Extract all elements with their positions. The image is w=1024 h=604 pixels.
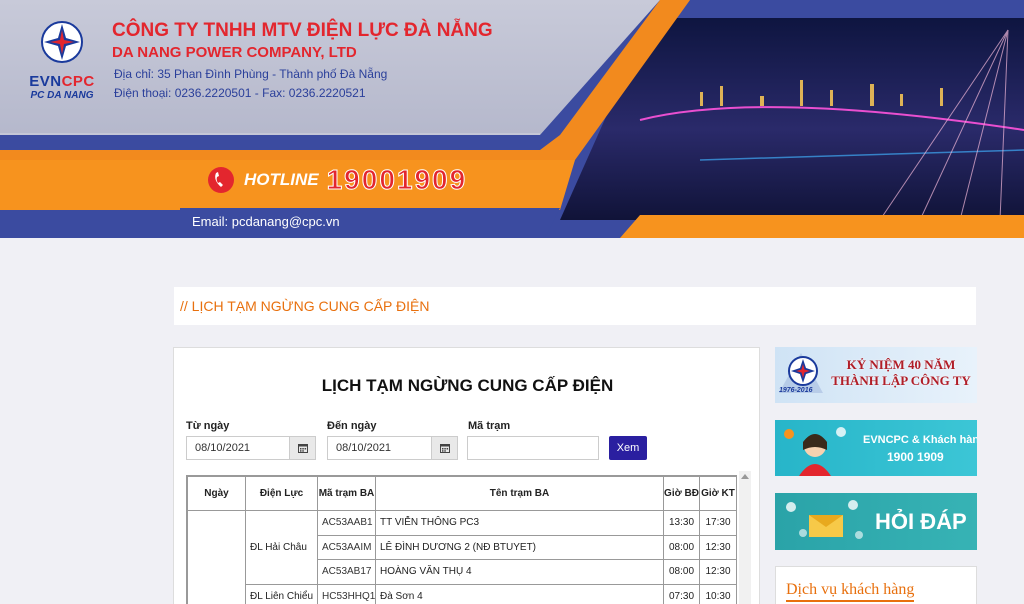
table-scrollbar[interactable] bbox=[739, 471, 751, 604]
to-date-input[interactable]: 08/10/2021 bbox=[328, 437, 431, 459]
branch-cell: ĐL Liên Chiểu bbox=[245, 583, 318, 604]
col-header-end-time: Giờ KT bbox=[699, 476, 736, 511]
col-header-station-name: Tên trạm BA bbox=[375, 476, 664, 511]
company-address: Địa chỉ: 35 Phan Đình Phùng - Thành phố … bbox=[114, 67, 388, 81]
calendar-icon bbox=[297, 444, 308, 453]
customer-service-title: EVNCPC & Khách hàng bbox=[863, 434, 977, 446]
station-code-cell: HC53HHQ1 bbox=[317, 583, 376, 604]
table-header-row: Ngày Điện Lực Mã trạm BA Tên trạm BA Giờ… bbox=[187, 476, 736, 511]
end-time-cell: 12:30 bbox=[699, 559, 736, 585]
banner-email: Email: pcdanang@cpc.vn bbox=[192, 214, 340, 229]
col-header-date: Ngày bbox=[187, 476, 246, 511]
hotline-label: HOTLINE bbox=[244, 170, 319, 189]
start-time-cell: 07:30 bbox=[663, 583, 700, 604]
hotline: HOTLINE 19001909 bbox=[206, 164, 467, 196]
table-row: ĐL Hải Châu AC53AAB1 TT VIỄN THÔNG PC3 1… bbox=[187, 510, 736, 604]
station-code-label: Mã trạm bbox=[468, 420, 511, 432]
customer-service-banner[interactable]: EVNCPC & Khách hàng 1900 1909 bbox=[775, 420, 977, 476]
to-date-field[interactable]: 08/10/2021 bbox=[327, 436, 458, 460]
station-code-cell: AC53AB17 bbox=[317, 559, 376, 585]
logo-text: EVNCPC bbox=[29, 73, 95, 90]
col-header-station-code: Mã trạm BA bbox=[317, 476, 376, 511]
faq-icon bbox=[786, 500, 863, 539]
company-phone: Điện thoại: 0236.2220501 - Fax: 0236.222… bbox=[114, 86, 366, 100]
anniversary-text: KỶ NIỆM 40 NĂM THÀNH LẬP CÔNG TY bbox=[831, 357, 971, 388]
from-date-input[interactable]: 08/10/2021 bbox=[187, 437, 289, 459]
customer-services-heading[interactable]: Dịch vụ khách hàng bbox=[786, 581, 915, 602]
start-time-cell: 08:00 bbox=[663, 559, 700, 585]
faq-banner[interactable]: HỎI ĐÁP bbox=[775, 493, 977, 550]
table-row: ĐL Liên Chiểu HC53HHQ1 Đà Sơn 4 07:30 10… bbox=[188, 583, 736, 604]
company-name-en: DA NANG POWER COMPANY, LTD bbox=[112, 44, 357, 61]
faq-title: HỎI ĐÁP bbox=[875, 509, 967, 534]
col-header-branch: Điện Lực bbox=[245, 476, 318, 511]
end-time-cell: 17:30 bbox=[699, 510, 736, 536]
evn-star-icon bbox=[41, 21, 83, 63]
col-header-start-time: Giờ BĐ bbox=[663, 476, 700, 511]
page-title: LỊCH TẠM NGỪNG CUNG CẤP ĐIỆN bbox=[321, 376, 614, 395]
branch-cell: ĐL Hải Châu bbox=[245, 510, 318, 585]
outage-table: Ngày Điện Lực Mã trạm BA Tên trạm BA Giờ… bbox=[186, 475, 737, 604]
operator-icon bbox=[784, 427, 846, 476]
station-name-cell: HOÀNG VĂN THỤ 4 bbox=[375, 559, 664, 585]
date-cell bbox=[187, 510, 246, 604]
end-time-cell: 12:30 bbox=[699, 534, 736, 560]
to-date-calendar-button[interactable] bbox=[431, 437, 457, 459]
calendar-icon bbox=[439, 444, 450, 453]
station-name-cell: Đà Sơn 4 bbox=[375, 583, 664, 604]
phone-icon bbox=[208, 167, 234, 193]
start-time-cell: 08:00 bbox=[663, 534, 700, 560]
from-date-calendar-button[interactable] bbox=[289, 437, 315, 459]
customer-service-number: 1900 1909 bbox=[887, 450, 944, 464]
section-heading: // LỊCH TẠM NGỪNG CUNG CẤP ĐIỆN bbox=[180, 298, 430, 314]
evncpc-logo[interactable]: EVNCPC PC DA NANG bbox=[26, 20, 98, 101]
from-date-label: Từ ngày bbox=[186, 420, 230, 432]
scroll-up-icon[interactable] bbox=[741, 474, 749, 479]
to-date-label: Đến ngày bbox=[327, 420, 377, 432]
from-date-field[interactable]: 08/10/2021 bbox=[186, 436, 316, 460]
logo-subtext: PC DA NANG bbox=[30, 90, 94, 101]
station-name-cell: LÊ ĐÌNH DƯƠNG 2 (NĐ BTUYET) bbox=[375, 534, 664, 560]
hotline-number: 19001909 bbox=[326, 164, 468, 196]
end-time-cell: 10:30 bbox=[699, 583, 736, 604]
start-time-cell: 13:30 bbox=[663, 510, 700, 536]
section-heading-bar: // LỊCH TẠM NGỪNG CUNG CẤP ĐIỆN bbox=[174, 287, 976, 325]
anniversary-logo-icon bbox=[779, 353, 823, 393]
anniversary-banner[interactable]: 1976-2016 KỶ NIỆM 40 NĂM THÀNH LẬP CÔNG … bbox=[775, 347, 977, 403]
anniversary-years: 1976-2016 bbox=[779, 387, 813, 394]
view-button[interactable]: Xem bbox=[609, 436, 647, 460]
company-name-vn: CÔNG TY TNHH MTV ĐIỆN LỰC ĐÀ NẴNG bbox=[112, 20, 493, 41]
station-code-cell: AC53AAB1 bbox=[317, 510, 376, 536]
station-code-cell: AC53AAIM bbox=[317, 534, 376, 560]
station-code-input[interactable] bbox=[467, 436, 599, 460]
station-name-cell: TT VIỄN THÔNG PC3 bbox=[375, 510, 664, 536]
customer-services-box: Dịch vụ khách hàng bbox=[775, 566, 977, 604]
outage-schedule-panel: LỊCH TẠM NGỪNG CUNG CẤP ĐIỆN Từ ngày 08/… bbox=[173, 347, 760, 604]
header-banner: EVNCPC PC DA NANG CÔNG TY TNHH MTV ĐIỆN … bbox=[0, 0, 1024, 238]
